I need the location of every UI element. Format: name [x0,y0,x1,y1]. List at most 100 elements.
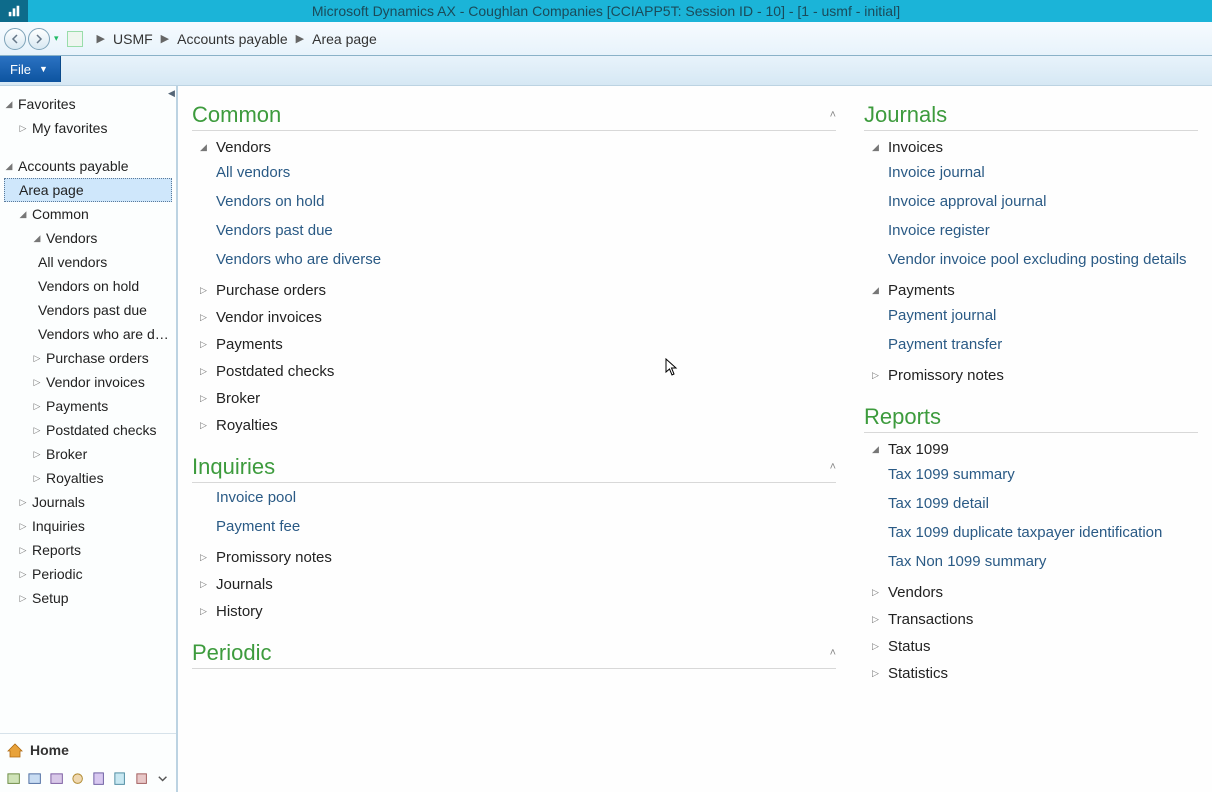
expander-icon: ▷ [32,445,42,463]
group-vendors-report[interactable]: ▷Vendors [864,576,1198,603]
module-icon[interactable] [134,770,149,788]
expander-icon: ◢ [32,229,42,247]
module-icon[interactable] [49,770,64,788]
section-common[interactable]: Common ˄ [192,96,836,131]
expander-icon: ▷ [872,614,882,625]
journals-node[interactable]: ▷Journals [4,490,172,514]
breadcrumb-module[interactable]: Accounts payable [177,31,288,47]
section-reports[interactable]: Reports [864,398,1198,433]
chevron-up-icon: ˄ [830,461,836,473]
group-royalties[interactable]: ▷Royalties [192,409,836,436]
area-page-node[interactable]: Area page [4,178,172,202]
vendors-diverse-node[interactable]: Vendors who are d… [4,322,172,346]
royalties-node[interactable]: ▷Royalties [4,466,172,490]
group-purchase-orders[interactable]: ▷Purchase orders [192,274,836,301]
breadcrumb-sep-icon: ▶ [97,32,105,45]
caret-down-icon: ▼ [39,64,48,74]
group-payments[interactable]: ◢Payments [864,274,1198,301]
ribbon-bar: File ▼ [0,56,1212,86]
group-label: Status [888,638,931,655]
group-payments[interactable]: ▷Payments [192,328,836,355]
link-invoice-journal[interactable]: Invoice journal [864,158,1198,187]
all-vendors-node[interactable]: All vendors [4,250,172,274]
module-icon[interactable] [91,770,106,788]
group-broker[interactable]: ▷Broker [192,382,836,409]
inquiries-node[interactable]: ▷Inquiries [4,514,172,538]
link-invoice-approval-journal[interactable]: Invoice approval journal [864,187,1198,216]
group-label: History [216,603,263,620]
broker-node[interactable]: ▷Broker [4,442,172,466]
nav-back-button[interactable] [4,28,26,50]
link-payment-fee[interactable]: Payment fee [192,512,836,541]
vendors-on-hold-node[interactable]: Vendors on hold [4,274,172,298]
home-module-button[interactable]: Home [6,740,170,766]
link-vendors-diverse[interactable]: Vendors who are diverse [192,245,836,274]
expander-icon: ▷ [18,517,28,535]
link-vendors-on-hold[interactable]: Vendors on hold [192,187,836,216]
group-vendor-invoices[interactable]: ▷Vendor invoices [192,301,836,328]
nav-label: Setup [32,589,69,607]
breadcrumb-company[interactable]: USMF [113,31,153,47]
breadcrumb-page[interactable]: Area page [312,31,377,47]
module-icon[interactable] [70,770,85,788]
link-invoice-pool[interactable]: Invoice pool [192,483,836,512]
module-root-node[interactable]: ◢Accounts payable [4,154,172,178]
module-icon[interactable] [27,770,42,788]
module-icon[interactable] [6,770,21,788]
link-payment-journal[interactable]: Payment journal [864,301,1198,330]
file-menu-button[interactable]: File ▼ [0,56,61,82]
group-status[interactable]: ▷Status [864,630,1198,657]
section-inquiries[interactable]: Inquiries ˄ [192,448,836,483]
group-tax1099[interactable]: ◢Tax 1099 [864,433,1198,460]
link-invoice-register[interactable]: Invoice register [864,216,1198,245]
expander-icon: ▷ [32,349,42,367]
breadcrumb-sep-icon: ▶ [161,32,169,45]
nav-forward-button[interactable] [28,28,50,50]
nav-history-dropdown[interactable]: ▾ [54,33,59,44]
group-label: Vendors [888,584,943,601]
group-journals[interactable]: ▷Journals [192,568,836,595]
link-vendor-invoice-pool[interactable]: Vendor invoice pool excluding posting de… [864,245,1198,274]
link-payment-transfer[interactable]: Payment transfer [864,330,1198,359]
link-tax1099-detail[interactable]: Tax 1099 detail [864,489,1198,518]
link-vendors-past-due[interactable]: Vendors past due [192,216,836,245]
section-journals[interactable]: Journals [864,96,1198,131]
group-promissory-notes[interactable]: ▷Promissory notes [864,359,1198,386]
link-tax-non1099-summary[interactable]: Tax Non 1099 summary [864,547,1198,576]
reports-node[interactable]: ▷Reports [4,538,172,562]
group-history[interactable]: ▷History [192,595,836,622]
setup-node[interactable]: ▷Setup [4,586,172,610]
link-tax1099-duplicate[interactable]: Tax 1099 duplicate taxpayer identificati… [864,518,1198,547]
page-icon [67,31,83,47]
expander-icon: ◢ [4,95,14,113]
group-statistics[interactable]: ▷Statistics [864,657,1198,684]
group-promissory-notes[interactable]: ▷Promissory notes [192,541,836,568]
group-postdated-checks[interactable]: ▷Postdated checks [192,355,836,382]
collapse-pane-icon[interactable]: ◀ [168,88,177,98]
file-menu-label: File [10,62,31,77]
module-icon[interactable] [112,770,127,788]
group-invoices[interactable]: ◢Invoices [864,131,1198,158]
module-overflow-icon[interactable] [155,770,170,788]
link-tax1099-summary[interactable]: Tax 1099 summary [864,460,1198,489]
group-transactions[interactable]: ▷Transactions [864,603,1198,630]
vendor-invoices-node[interactable]: ▷Vendor invoices [4,370,172,394]
expander-icon: ▷ [32,469,42,487]
section-periodic[interactable]: Periodic ˄ [192,634,836,669]
nav-label: Vendors on hold [38,277,139,295]
group-label: Broker [216,390,260,407]
my-favorites-node[interactable]: ▷My favorites [4,116,172,140]
group-vendors[interactable]: ◢Vendors [192,131,836,158]
purchase-orders-node[interactable]: ▷Purchase orders [4,346,172,370]
postdated-checks-node[interactable]: ▷Postdated checks [4,418,172,442]
link-all-vendors[interactable]: All vendors [192,158,836,187]
vendors-node[interactable]: ◢Vendors [4,226,172,250]
chevron-up-icon: ˄ [830,109,836,121]
periodic-node[interactable]: ▷Periodic [4,562,172,586]
group-label: Vendor invoices [216,309,322,326]
home-label: Home [30,742,69,758]
favorites-node[interactable]: ◢Favorites [4,92,172,116]
vendors-past-due-node[interactable]: Vendors past due [4,298,172,322]
common-node[interactable]: ◢Common [4,202,172,226]
payments-node[interactable]: ▷Payments [4,394,172,418]
